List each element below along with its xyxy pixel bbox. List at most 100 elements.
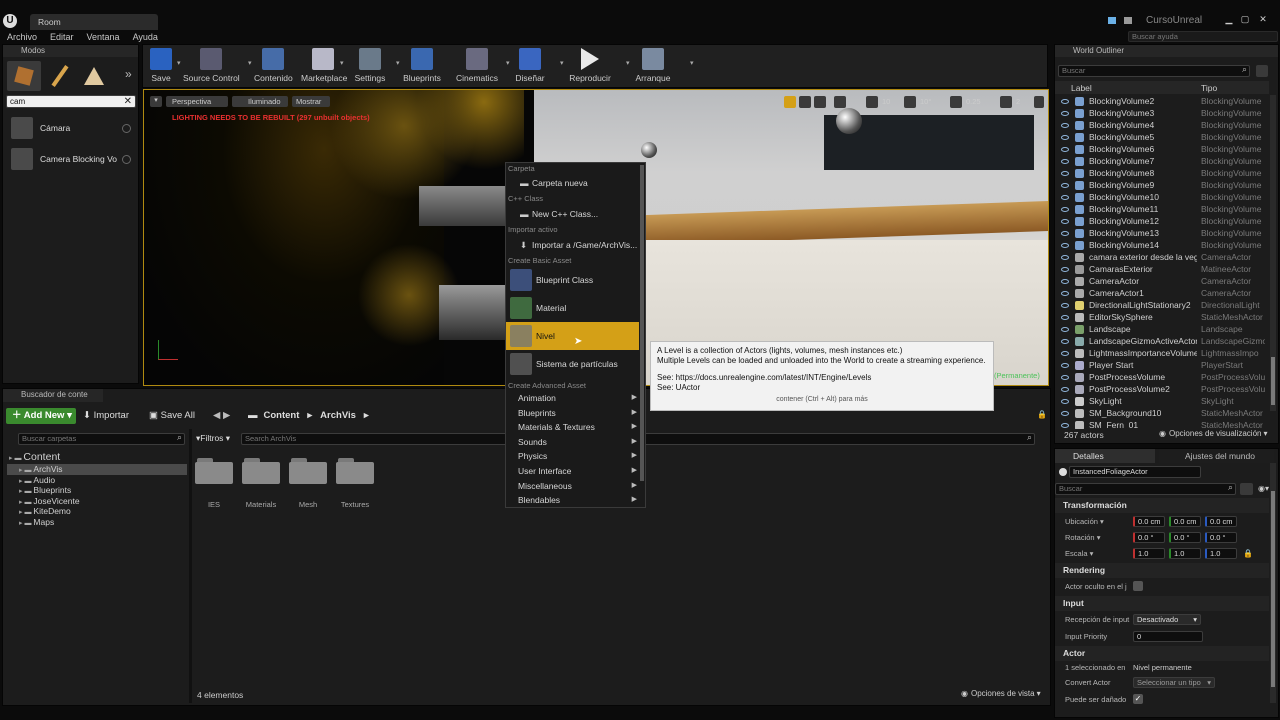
reproducir-button[interactable]: Reproducir	[568, 46, 612, 84]
details-view-icon[interactable]: ◉▾	[1258, 484, 1269, 493]
save-button[interactable]: Save	[148, 46, 174, 84]
outliner-row[interactable]: EditorSkySphere StaticMeshActor	[1055, 311, 1269, 323]
outliner-row[interactable]: DirectionalLightStationary2 DirectionalLi…	[1055, 299, 1269, 311]
toolbar-dropdown-arrow[interactable]: ▾	[340, 47, 344, 83]
visibility-eye-icon[interactable]	[1061, 134, 1069, 140]
visibility-eye-icon[interactable]	[1061, 266, 1069, 272]
folder-tree-item[interactable]: ▸ ▬ Maps	[7, 517, 187, 528]
rotation-x[interactable]: 0.0 °	[1133, 531, 1165, 543]
landscape-mode-icon[interactable]	[79, 61, 109, 91]
blueprints-button[interactable]: Blueprints	[402, 46, 442, 84]
outliner-row[interactable]: LandscapeGizmoActiveActor LandscapeGizmo	[1055, 335, 1269, 347]
outliner-row[interactable]: Landscape Landscape	[1055, 323, 1269, 335]
folder-search-input[interactable]: Buscar carpetas ⌕	[18, 433, 185, 445]
outliner-row[interactable]: BlockingVolume12 BlockingVolume	[1055, 215, 1269, 227]
toolbar-dropdown-arrow[interactable]: ▾	[506, 47, 510, 83]
scale-tool-icon[interactable]	[814, 96, 826, 108]
outliner-row[interactable]: LightmassImportanceVolume LightmassImpo	[1055, 347, 1269, 359]
rotation-snap-value[interactable]: 10°	[920, 97, 931, 106]
visibility-eye-icon[interactable]	[1061, 350, 1069, 356]
help-search-input[interactable]: Buscar ayuda	[1128, 31, 1278, 42]
visibility-eye-icon[interactable]	[1061, 98, 1069, 104]
outliner-row[interactable]: BlockingVolume5 BlockingVolume	[1055, 131, 1269, 143]
visibility-eye-icon[interactable]	[1061, 362, 1069, 368]
ctx-advanced-item[interactable]: Miscellaneous ▶	[506, 479, 645, 494]
section-rendering[interactable]: Rendering	[1055, 563, 1269, 578]
convert-actor-dropdown[interactable]: Seleccionar un tipo ▾	[1133, 676, 1215, 688]
menu-ventana[interactable]: Ventana	[87, 32, 120, 42]
folder-tree-item[interactable]: ▸ ▬ Content	[7, 451, 187, 464]
show-button[interactable]: Mostrar	[292, 96, 330, 107]
outliner-row[interactable]: BlockingVolume4 BlockingVolume	[1055, 119, 1269, 131]
outliner-row[interactable]: SM_Fern_01 StaticMeshActor	[1055, 419, 1269, 429]
world-settings-tab[interactable]: Ajustes del mundo	[1159, 449, 1274, 463]
outliner-row[interactable]: PostProcessVolume2 PostProcessVolume	[1055, 383, 1269, 395]
menu-editar[interactable]: Editar	[50, 32, 74, 42]
outliner-row[interactable]: SM_Background10 StaticMeshActor	[1055, 407, 1269, 419]
toolbar-dropdown-arrow[interactable]: ▾	[626, 47, 630, 83]
ctx-particle-system[interactable]: Sistema de partículas	[506, 350, 645, 378]
notification-icon[interactable]	[1108, 17, 1116, 24]
close-button[interactable]: ✕	[1256, 14, 1270, 25]
visibility-eye-icon[interactable]	[1061, 218, 1069, 224]
details-scrollbar[interactable]	[1270, 463, 1276, 703]
hidden-in-game-checkbox[interactable]	[1133, 581, 1143, 591]
filters-button[interactable]: ▾Filtros ▾	[196, 433, 230, 444]
toolbar-dropdown-arrow[interactable]: ▾	[690, 47, 694, 83]
rotate-tool-icon[interactable]	[799, 96, 811, 108]
visibility-eye-icon[interactable]	[1061, 206, 1069, 212]
section-transform[interactable]: Transformación	[1055, 498, 1269, 513]
world-outliner-tab[interactable]: World Outliner	[1055, 45, 1278, 57]
minimize-button[interactable]: ▁	[1222, 14, 1236, 25]
outliner-search-input[interactable]: Buscar ⌕	[1058, 65, 1250, 77]
can-be-damaged-checkbox[interactable]: ✓	[1133, 694, 1143, 704]
toolbar-dropdown-arrow[interactable]: ▾	[248, 47, 252, 83]
visibility-eye-icon[interactable]	[1061, 314, 1069, 320]
scale-snap-value[interactable]: 0.25	[966, 97, 981, 106]
details-tab[interactable]: Detalles	[1055, 449, 1155, 463]
asset-folder-icon[interactable]	[336, 458, 374, 484]
grid-snap-value[interactable]: 10	[882, 97, 890, 106]
ctx-material[interactable]: Material	[506, 294, 645, 322]
history-back-button[interactable]: ◀ ▶	[213, 410, 230, 421]
clear-search-icon[interactable]: ✕	[124, 96, 132, 107]
save-all-button[interactable]: ▣ Save All	[149, 410, 195, 421]
visibility-eye-icon[interactable]	[1061, 254, 1069, 260]
rotation-label[interactable]: Rotación ▾	[1065, 533, 1133, 542]
ctx-advanced-item[interactable]: Materials & Textures ▶	[506, 420, 645, 435]
outliner-row[interactable]: Player Start PlayerStart	[1055, 359, 1269, 371]
outliner-settings-icon[interactable]	[1256, 65, 1268, 77]
ctx-advanced-item[interactable]: Blueprints ▶	[506, 406, 645, 421]
outliner-scrollbar[interactable]	[1270, 95, 1276, 411]
feedback-icon[interactable]	[1124, 17, 1132, 24]
sources-divider[interactable]	[189, 429, 192, 703]
viewport-options-button[interactable]: ▾	[150, 96, 162, 107]
outliner-col-label[interactable]: Label	[1071, 83, 1201, 93]
folder-tree-item[interactable]: ▸ ▬ KiteDemo	[7, 506, 187, 517]
visibility-eye-icon[interactable]	[1061, 386, 1069, 392]
location-x[interactable]: 0.0 cm	[1133, 515, 1165, 527]
outliner-row[interactable]: BlockingVolume13 BlockingVolume	[1055, 227, 1269, 239]
outliner-row[interactable]: BlockingVolume10 BlockingVolume	[1055, 191, 1269, 203]
ctx-new-folder[interactable]: ▬ Carpeta nueva	[506, 174, 645, 193]
visibility-eye-icon[interactable]	[1061, 302, 1069, 308]
location-z[interactable]: 0.0 cm	[1205, 515, 1237, 527]
lock-browser-icon[interactable]: 🔒	[1037, 410, 1047, 419]
visibility-eye-icon[interactable]	[1061, 122, 1069, 128]
modes-result-camera[interactable]: Cámara	[11, 117, 133, 139]
visibility-eye-icon[interactable]	[1061, 338, 1069, 344]
toolbar-dropdown-arrow[interactable]: ▾	[396, 47, 400, 83]
dise-ar-button[interactable]: Diseñar	[513, 46, 547, 84]
actor-name-field[interactable]: InstancedFoliageActor	[1069, 466, 1201, 478]
visibility-eye-icon[interactable]	[1061, 242, 1069, 248]
ctx-scrollbar[interactable]	[640, 165, 644, 481]
visibility-eye-icon[interactable]	[1061, 146, 1069, 152]
outliner-row[interactable]: CamarasExterior MatineeActor	[1055, 263, 1269, 275]
outliner-row[interactable]: camara exterior desde la veg CameraActor	[1055, 251, 1269, 263]
rotation-z[interactable]: 0.0 °	[1205, 531, 1237, 543]
visibility-eye-icon[interactable]	[1061, 110, 1069, 116]
maximize-viewport-icon[interactable]	[1034, 96, 1044, 108]
folder-tree-item[interactable]: ▸ ▬ JoseVicente	[7, 496, 187, 507]
outliner-row[interactable]: BlockingVolume8 BlockingVolume	[1055, 167, 1269, 179]
outliner-view-options[interactable]: ◉ Opciones de visualización ▾	[1159, 429, 1268, 438]
